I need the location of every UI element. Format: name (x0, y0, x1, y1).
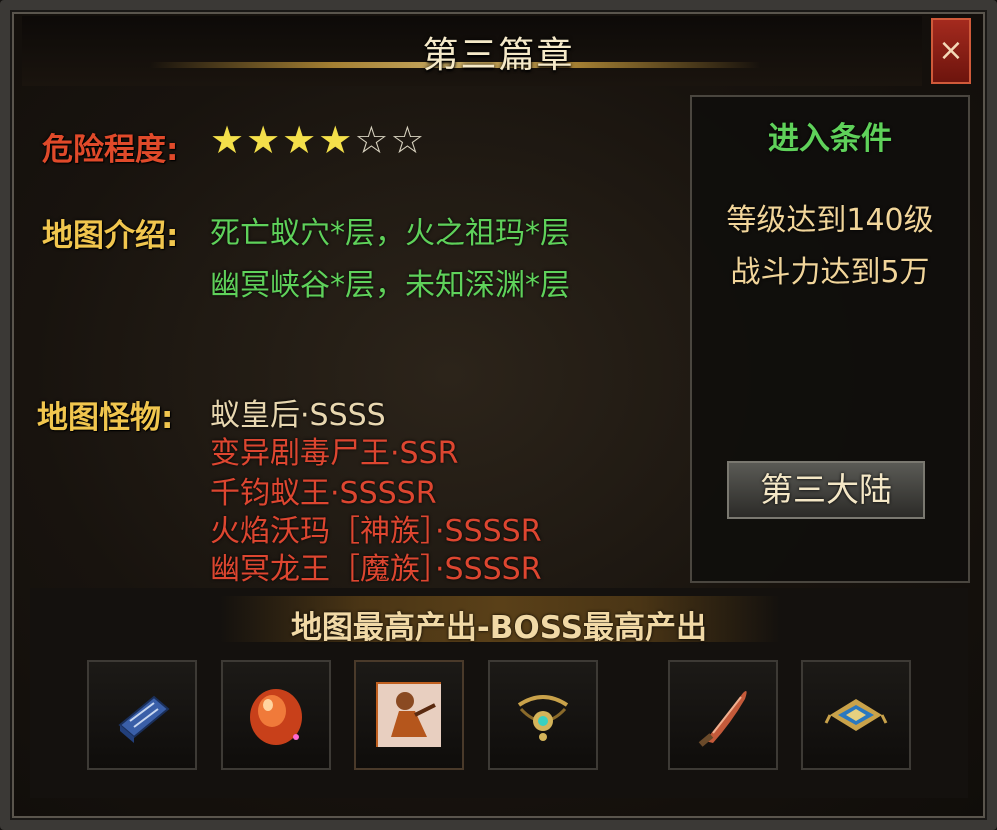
red-gem-icon (250, 689, 302, 745)
map-intro-line-2: 幽冥峡谷*层，未知深渊*层 (210, 268, 570, 303)
drops-panel: 地图最高产出-BOSS最高产出 (30, 588, 968, 798)
danger-stars: ★★★★☆☆ (210, 118, 426, 162)
third-continent-button[interactable]: 第三大陆 (727, 461, 925, 519)
entry-conditions-panel: 进入条件 等级达到140级 战斗力达到5万 第三大陆 (690, 95, 970, 583)
conditions-title: 进入条件 (768, 121, 892, 157)
drop-slot-5[interactable] (668, 660, 778, 770)
drop-slot-6[interactable] (801, 660, 911, 770)
curved-sword-icon (698, 691, 747, 747)
map-intro-line-1: 死亡蚁穴*层，火之祖玛*层 (210, 216, 570, 251)
condition-power: 战斗力达到5万 (730, 255, 930, 290)
star-empty-icon: ☆ (354, 118, 391, 162)
monsters-label: 地图怪物: (37, 400, 174, 436)
drop-slot-4[interactable] (488, 660, 598, 770)
gold-armor-icon (824, 699, 888, 731)
star-filled-icon: ★ (246, 118, 283, 162)
danger-label: 危险程度: (42, 132, 179, 168)
star-filled-icon: ★ (282, 118, 319, 162)
drop-slot-2[interactable] (221, 660, 331, 770)
condition-level: 等级达到140级 (726, 203, 934, 238)
map-intro-label: 地图介绍: (42, 218, 179, 254)
drop-slot-1[interactable] (87, 660, 197, 770)
blue-book-icon (118, 695, 170, 743)
drop-slot-3[interactable] (354, 660, 464, 770)
close-button[interactable]: × (931, 18, 971, 84)
star-filled-icon: ★ (210, 118, 247, 162)
star-filled-icon: ★ (318, 118, 355, 162)
gold-necklace-icon (517, 695, 569, 741)
monster-item: 幽冥龙王［魔族］·SSSSR (210, 552, 542, 587)
warrior-portrait-icon (376, 682, 441, 747)
window-title: 第三篇章 (422, 35, 575, 76)
drops-title: 地图最高产出-BOSS最高产出 (290, 610, 708, 646)
monster-item: 变异剧毒尸王·SSR (210, 436, 459, 471)
star-empty-icon: ☆ (390, 118, 427, 162)
